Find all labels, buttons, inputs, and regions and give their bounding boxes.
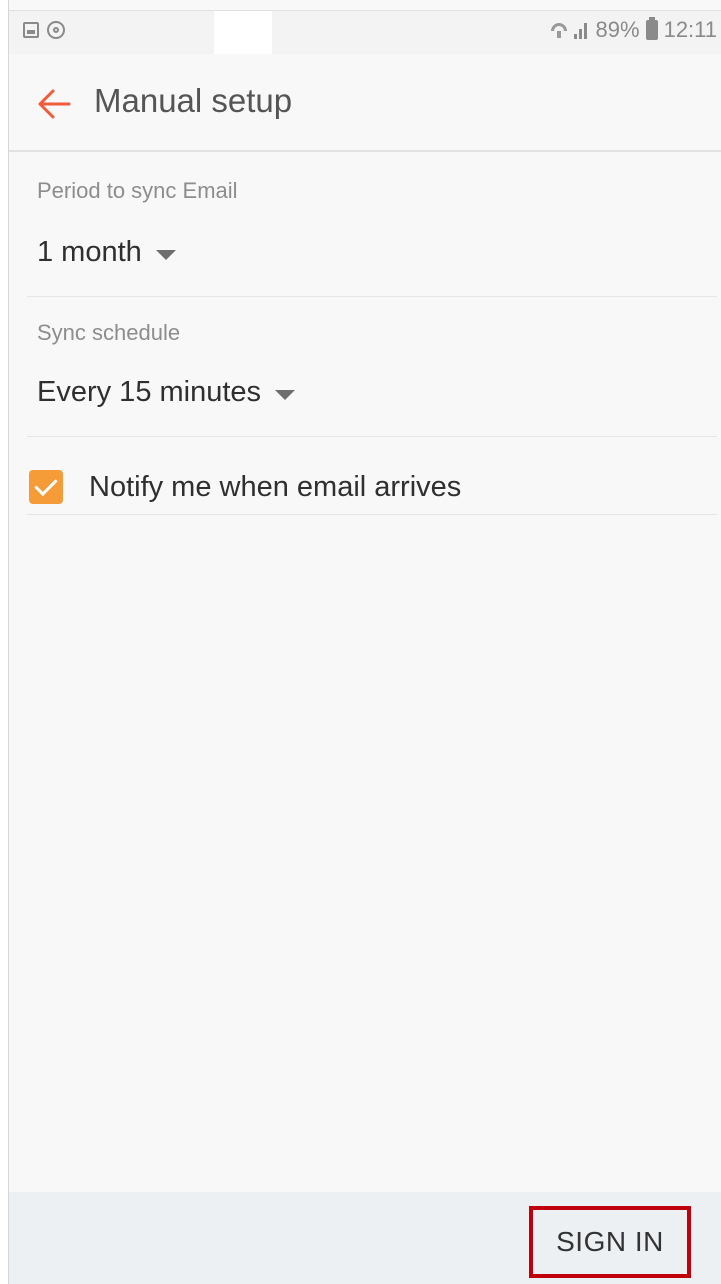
status-bar: 89% 12:11 [9, 10, 721, 55]
dropdown-caret-icon [155, 249, 176, 260]
sync-icon [47, 21, 65, 39]
page-title: Manual setup [94, 82, 293, 119]
status-right-icons: 89% 12:11 [550, 17, 717, 43]
notify-checkbox-row[interactable]: Notify me when email arrives [27, 458, 717, 516]
sign-in-button[interactable]: SIGN IN [529, 1206, 691, 1278]
divider [27, 436, 717, 437]
sync-schedule-dropdown[interactable]: Every 15 minutes [37, 376, 296, 409]
gallery-icon [23, 22, 39, 38]
dropdown-caret-icon [275, 389, 296, 400]
divider [27, 296, 717, 297]
sync-period-label: Period to sync Email [37, 178, 238, 203]
clock: 12:11 [663, 17, 717, 42]
status-left-icons [23, 21, 65, 39]
sync-period-dropdown[interactable]: 1 month [37, 236, 176, 269]
divider [27, 514, 717, 515]
notify-checkbox[interactable] [29, 470, 63, 504]
notify-label: Notify me when email arrives [89, 470, 462, 503]
battery-percent: 89% [595, 17, 640, 42]
back-arrow-icon[interactable] [37, 86, 77, 122]
wifi-icon [550, 21, 568, 39]
bottom-action-bar: SIGN IN [9, 1192, 721, 1284]
phone-screen: 89% 12:11 Manual setup Period to sync Em… [8, 0, 721, 1284]
sync-schedule-section: Sync schedule [37, 320, 180, 346]
status-bar-notch [214, 11, 272, 55]
sync-schedule-value: Every 15 minutes [37, 376, 262, 408]
battery-icon [645, 17, 658, 40]
sync-period-value: 1 month [37, 236, 142, 268]
signal-icon [573, 21, 590, 39]
sync-schedule-label: Sync schedule [37, 320, 181, 345]
app-bar: Manual setup [9, 54, 721, 152]
sync-period-section: Period to sync Email [37, 178, 238, 204]
